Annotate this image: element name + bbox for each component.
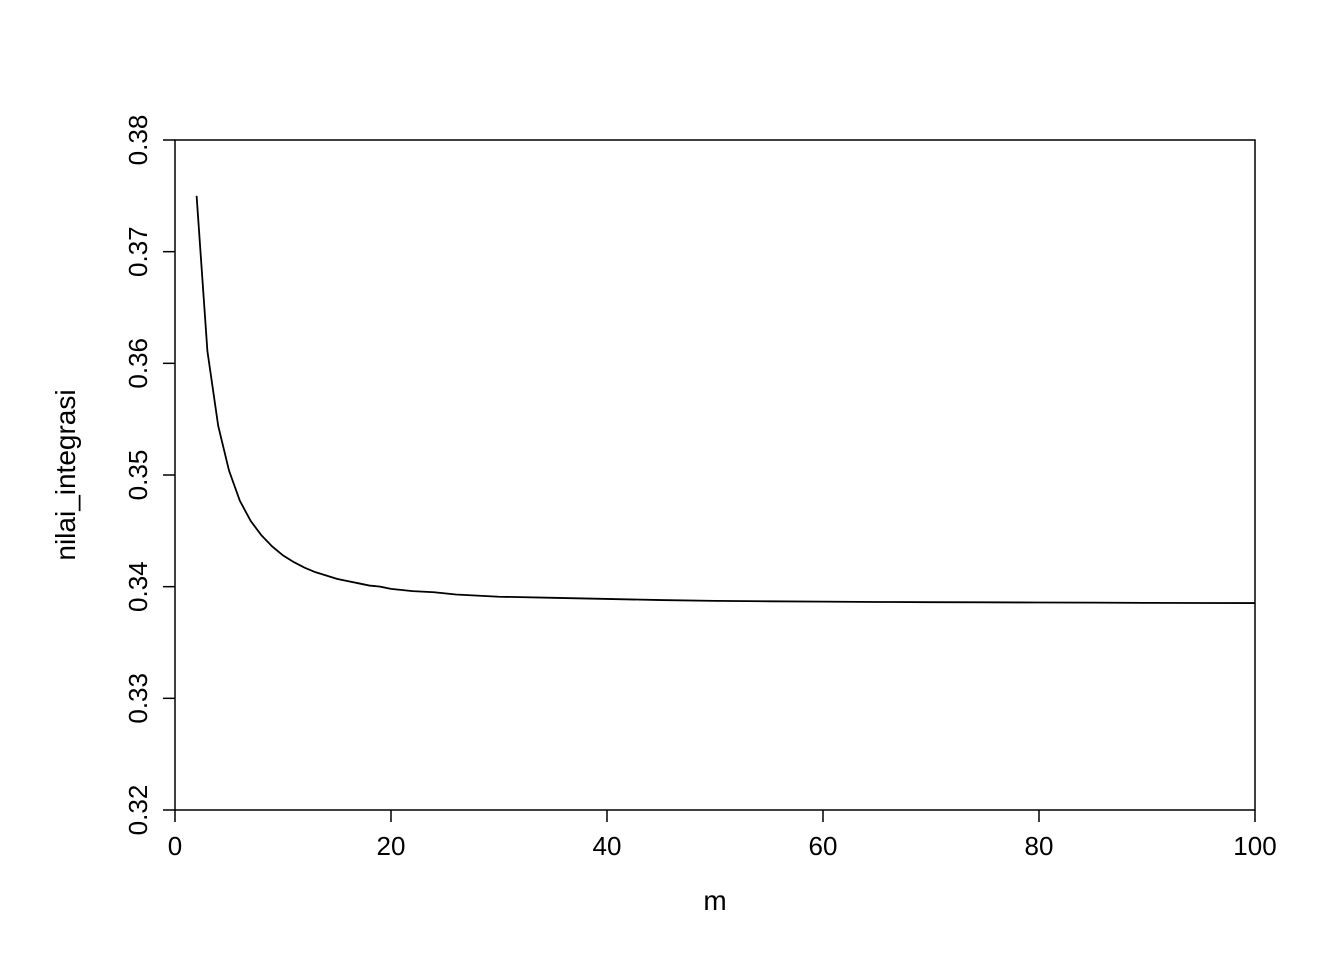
- y-tick-label: 0.38: [123, 115, 153, 166]
- x-axis-tick-labels: 0 20 40 60 80 100: [168, 831, 1277, 861]
- y-axis-label: nilai_integrasi: [50, 389, 81, 560]
- x-tick-label: 20: [377, 831, 406, 861]
- y-axis-ticks: [163, 140, 175, 810]
- line-chart: 020406080100 0.320.330.340.350.360.370.3…: [0, 0, 1344, 960]
- x-tick-label: 40: [593, 831, 622, 861]
- x-axis-label: m: [703, 885, 726, 916]
- x-tick-label: 0: [168, 831, 182, 861]
- x-tick-label: 60: [809, 831, 838, 861]
- y-tick-label: 0.37: [123, 226, 153, 277]
- x-tick-label: 80: [1025, 831, 1054, 861]
- chart-container: 020406080100 0.320.330.340.350.360.370.3…: [0, 0, 1344, 960]
- y-tick-label: 0.35: [123, 450, 153, 501]
- y-tick-label: 0.36: [123, 338, 153, 389]
- y-tick-label: 0.32: [123, 785, 153, 836]
- x-tick-label: 100: [1233, 831, 1276, 861]
- y-tick-label: 0.33: [123, 673, 153, 724]
- x-axis-ticks: [175, 810, 1255, 822]
- plot-area: [175, 140, 1255, 810]
- y-tick-label: 0.34: [123, 561, 153, 612]
- y-axis-tick-labels: 0.32 0.33 0.34 0.35 0.36 0.37 0.38: [123, 115, 153, 836]
- data-line: [197, 196, 1255, 603]
